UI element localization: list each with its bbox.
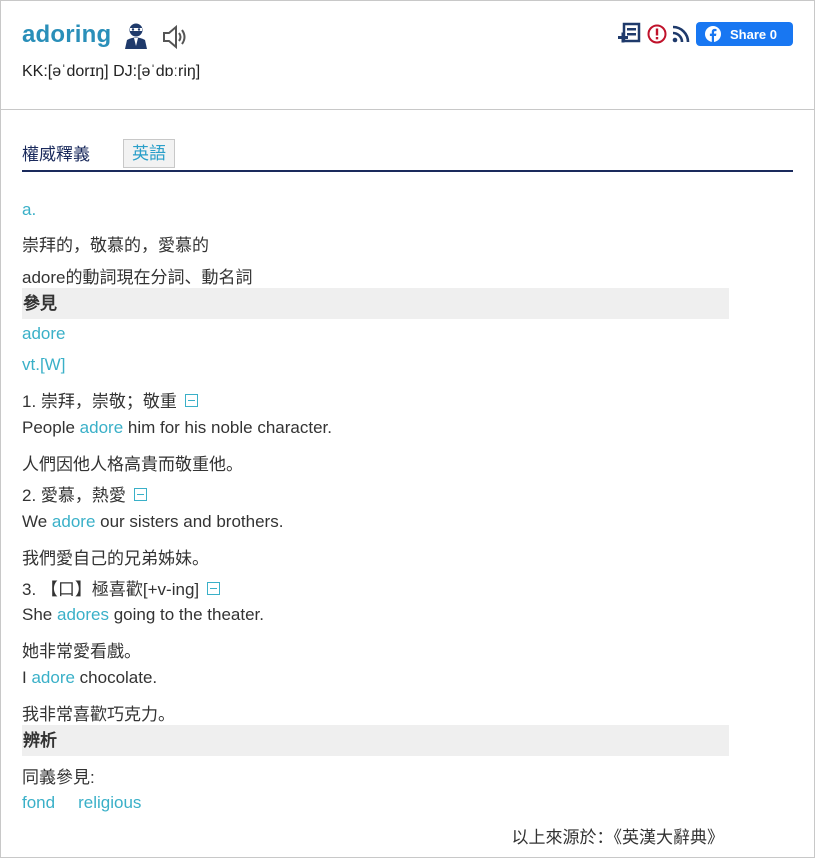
part-of-speech-verb: vt.[W] [22,355,66,374]
source-credit: 以上來源於：《英漢大辭典》 [511,828,725,847]
example-sentence: People adore him for his noble character… [22,418,332,438]
example-sentence: We adore our sisters and brothers. [22,512,283,532]
example-translation: 我非常喜歡巧克力。 [22,705,175,724]
example-suffix: our sisters and brothers. [95,512,284,531]
example-translation: 她非常愛看戲。 [22,642,141,661]
tab-english[interactable]: 英語 [123,139,175,168]
example-prefix: She [22,605,57,624]
report-icon[interactable] [647,24,667,44]
example-sentence: She adores going to the theater. [22,605,264,625]
synonym-link[interactable]: fond [22,793,55,812]
dictionary-panel: adoring KK:[əˈdorɪŋ] DJ:[əˈdɒːriŋ] Share… [0,0,815,858]
sense-label: 2. 愛慕，熱愛 [22,486,126,505]
example-keyword-link[interactable]: adores [57,605,109,624]
see-also-entry: adore [22,324,65,344]
sense-heading: 3. 【口】極喜歡[+v-ing] [22,575,221,600]
example-prefix: We [22,512,52,531]
definition: adore的動詞現在分詞、動名詞 [22,268,253,287]
collapse-icon[interactable] [184,394,198,408]
definition: 崇拜的，敬慕的，愛慕的 [22,236,209,255]
facebook-icon [705,26,721,42]
facebook-share-button[interactable]: Share 0 [696,22,793,46]
collapse-icon[interactable] [207,582,221,596]
example-sentence: I adore chocolate. [22,668,157,688]
section-title: 參見 [23,294,57,313]
tab-bar: 權威釋義 英語 [22,137,793,172]
section-see-also: 參見 [22,288,729,319]
tab-authority[interactable]: 權威釋義 [22,140,90,165]
example-keyword-link[interactable]: adore [80,418,123,437]
synonyms-label: 同義參見: [22,768,95,787]
collapse-icon[interactable] [133,488,147,502]
section-title: 辨析 [23,731,57,750]
pronunciation: KK:[əˈdorɪŋ] DJ:[əˈdɒːriŋ] [22,63,201,80]
speaker-icon[interactable] [161,24,189,50]
sense-label: 1. 崇拜，崇敬；敬重 [22,392,177,411]
example-prefix: People [22,418,80,437]
part-of-speech-adjective: a. [22,200,37,219]
headword: adoring [22,21,112,48]
example-suffix: him for his noble character. [123,418,332,437]
header: adoring KK:[əˈdorɪŋ] DJ:[əˈdɒːriŋ] Share… [1,1,814,110]
person-icon [125,23,147,49]
add-to-list-icon[interactable] [618,22,642,46]
example-keyword-link[interactable]: adore [31,668,74,687]
example-keyword-link[interactable]: adore [52,512,95,531]
sense-label: 3. 【口】極喜歡[+v-ing] [22,580,200,599]
synonym-link[interactable]: religious [78,793,141,812]
sense-heading: 2. 愛慕，熱愛 [22,481,147,506]
section-analysis: 辨析 [22,725,729,756]
example-translation: 我們愛自己的兄弟姊妹。 [22,549,209,568]
example-suffix: chocolate. [74,668,158,687]
example-translation: 人們因他人格高貴而敬重他。 [22,455,243,474]
synonyms-list: fond religious [22,793,141,813]
sense-heading: 1. 崇拜，崇敬；敬重 [22,387,198,412]
share-label: Share 0 [730,27,777,42]
rss-icon[interactable] [671,24,691,44]
see-also-link[interactable]: adore [22,324,65,343]
example-suffix: going to the theater. [108,605,264,624]
